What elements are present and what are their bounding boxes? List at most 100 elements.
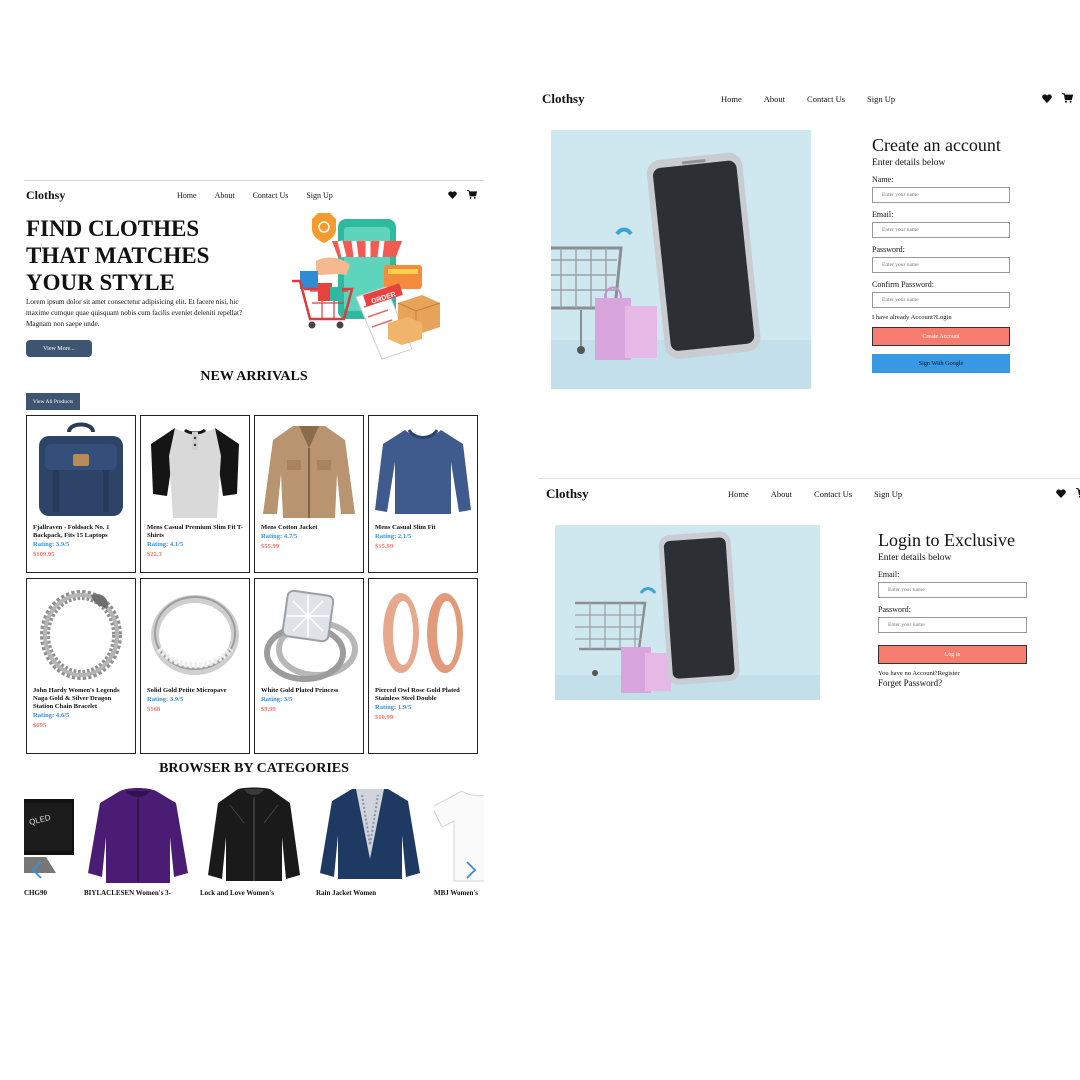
new-arrivals-title: NEW ARRIVALS — [200, 369, 308, 384]
heart-icon[interactable] — [1056, 488, 1066, 498]
product-name: Fjallraven - Foldsack No. 1 Backpack, Fi… — [33, 524, 110, 539]
carousel-next-arrow-icon[interactable] — [464, 861, 480, 881]
home-navbar: Clothsy Home About Contact Us Sign Up — [24, 181, 484, 211]
login-link[interactable]: I have already Account?Login — [872, 314, 1012, 321]
nav-icons — [448, 190, 477, 199]
login-title: Login to Exclusive — [878, 530, 1015, 550]
category-item-leather-jacket[interactable]: Lock and Love Women's — [200, 781, 308, 900]
product-card-slim-fit[interactable]: Mens Casual Slim Fit Rating: 2.1/5 $15.9… — [368, 415, 478, 573]
product-rating: Rating: 3.9/5 — [147, 696, 184, 703]
confirm-password-label: Confirm Password: — [872, 280, 934, 289]
category-item-white-tee[interactable]: MBJ Women's — [434, 781, 484, 900]
leather-jacket-icon — [208, 787, 300, 881]
product-card-jacket[interactable]: Mens Cotton Jacket Rating: 4.7/5 $55.99 — [254, 415, 364, 573]
name-label: Name: — [872, 175, 894, 184]
category-item-monitor[interactable]: QLED CHG90 — [24, 781, 74, 900]
nav-contact[interactable]: Contact Us — [253, 191, 289, 200]
category-item-navy-jacket[interactable]: Rain Jacket Women — [316, 781, 424, 900]
brand-logo[interactable]: Clothsy — [26, 188, 65, 203]
category-label: Lock and Love Women's — [200, 889, 274, 897]
nav-about[interactable]: About — [215, 191, 235, 200]
brand-logo[interactable]: Clothsy — [546, 486, 589, 502]
product-info: Mens Casual Slim Fit Rating: 2.1/5 $15.9… — [375, 524, 475, 553]
category-label: BIYLACLESEN Women's 3- — [84, 889, 172, 897]
nav-home[interactable]: Home — [721, 94, 742, 104]
product-price: $22.3 — [147, 551, 162, 558]
product-card-backpack[interactable]: Fjallraven - Foldsack No. 1 Backpack, Fi… — [26, 415, 136, 573]
product-name: White Gold Plated Princess — [261, 687, 339, 694]
product-rating: Rating: 3.9/5 — [33, 541, 70, 548]
nav-contact[interactable]: Contact Us — [814, 489, 852, 499]
product-price: $168 — [147, 706, 161, 713]
password-input[interactable]: Enter your name — [878, 617, 1027, 633]
login-form: Login to Exclusive Enter details below E… — [878, 529, 1030, 688]
nav-about[interactable]: About — [771, 489, 792, 499]
login-button[interactable]: Log in — [878, 645, 1027, 664]
princess-ring-icon — [264, 589, 358, 682]
cart-icon[interactable] — [1062, 93, 1073, 103]
product-card-bracelet[interactable]: John Hardy Women's Legends Naga Gold & S… — [26, 578, 136, 754]
nav-icons — [1056, 488, 1080, 498]
product-name: Solid Gold Petite Micropave — [147, 687, 227, 694]
product-info: Mens Cotton Jacket Rating: 4.7/5 $55.99 — [261, 524, 361, 553]
confirm-password-input[interactable]: Enter your name — [872, 292, 1010, 308]
navy-jacket-icon — [320, 789, 420, 879]
email-label: Email: — [878, 570, 900, 579]
name-input[interactable]: Enter your name — [872, 187, 1010, 203]
heart-icon[interactable] — [448, 190, 457, 199]
login-page-panel: Clothsy Home About Contact Us Sign Up Lo… — [538, 478, 1080, 718]
product-name: Mens Casual Slim Fit — [375, 524, 436, 531]
home-page-panel: Clothsy Home About Contact Us Sign Up FI… — [24, 180, 484, 900]
nav-home[interactable]: Home — [728, 489, 749, 499]
carousel-prev-arrow-icon[interactable] — [30, 861, 46, 881]
login-subtitle: Enter details below — [878, 553, 952, 563]
purple-jacket-icon — [88, 788, 188, 883]
nav-links: Home About Contact Us Sign Up — [177, 191, 333, 200]
password-input[interactable]: Enter your name — [872, 257, 1010, 273]
product-info: Mens Casual Premium Slim Fit T-Shirts Ra… — [147, 524, 247, 561]
google-signup-button[interactable]: Sign With Google — [872, 354, 1010, 373]
phone-cart-photo-icon — [555, 525, 820, 700]
nav-signup[interactable]: Sign Up — [867, 94, 895, 104]
category-item-purple-jacket[interactable]: BIYLACLESEN Women's 3- — [84, 781, 192, 900]
nav-links: Home About Contact Us Sign Up — [728, 489, 902, 499]
product-card-rose-gold[interactable]: Pierced Owl Rose Gold Plated Stainless S… — [368, 578, 478, 754]
forgot-password-link[interactable]: Forget Password? — [878, 678, 1030, 688]
brand-logo[interactable]: Clothsy — [542, 91, 585, 107]
nav-signup[interactable]: Sign Up — [874, 489, 902, 499]
categories-carousel[interactable]: QLED CHG90 BIYLACLESEN Women's 3- Lock a… — [24, 781, 484, 900]
product-rating: Rating: 4.6/5 — [33, 712, 70, 719]
register-link[interactable]: You have no Account?Register — [878, 670, 1030, 677]
email-label: Email: — [872, 210, 894, 219]
product-info: Solid Gold Petite Micropave Rating: 3.9/… — [147, 687, 247, 716]
nav-contact[interactable]: Contact Us — [807, 94, 845, 104]
create-account-button[interactable]: Create Account — [872, 327, 1010, 346]
nav-home[interactable]: Home — [177, 191, 197, 200]
cart-icon[interactable] — [1076, 488, 1080, 498]
email-input[interactable]: Enter your name — [878, 582, 1027, 598]
product-rating: Rating: 3/5 — [261, 696, 293, 703]
password-label: Password: — [878, 605, 911, 614]
signup-title: Create an account — [872, 135, 1001, 155]
view-all-products-button[interactable]: View All Products — [26, 393, 80, 410]
view-more-button[interactable]: View More... — [26, 340, 92, 357]
product-price: $9.99 — [261, 706, 276, 713]
product-name: Pierced Owl Rose Gold Plated Stainless S… — [375, 687, 460, 702]
nav-signup[interactable]: Sign Up — [306, 191, 332, 200]
hero-title: FIND CLOTHES THAT MATCHES YOUR STYLE — [26, 216, 210, 295]
nav-about[interactable]: About — [764, 94, 785, 104]
product-card-princess[interactable]: White Gold Plated Princess Rating: 3/5 $… — [254, 578, 364, 754]
product-info: John Hardy Women's Legends Naga Gold & S… — [33, 687, 133, 732]
product-card-tshirt[interactable]: Mens Casual Premium Slim Fit T-Shirts Ra… — [140, 415, 250, 573]
bracelet-icon — [40, 590, 122, 680]
product-name: Mens Casual Premium Slim Fit T-Shirts — [147, 524, 244, 539]
product-info: Fjallraven - Foldsack No. 1 Backpack, Fi… — [33, 524, 133, 561]
raglan-shirt-icon — [151, 428, 239, 518]
heart-icon[interactable] — [1042, 93, 1052, 103]
password-label: Password: — [872, 245, 905, 254]
category-label: Rain Jacket Women — [316, 889, 377, 897]
product-info: Pierced Owl Rose Gold Plated Stainless S… — [375, 687, 475, 724]
cart-icon[interactable] — [467, 190, 477, 199]
product-card-micropave[interactable]: Solid Gold Petite Micropave Rating: 3.9/… — [140, 578, 250, 754]
email-input[interactable]: Enter your name — [872, 222, 1010, 238]
